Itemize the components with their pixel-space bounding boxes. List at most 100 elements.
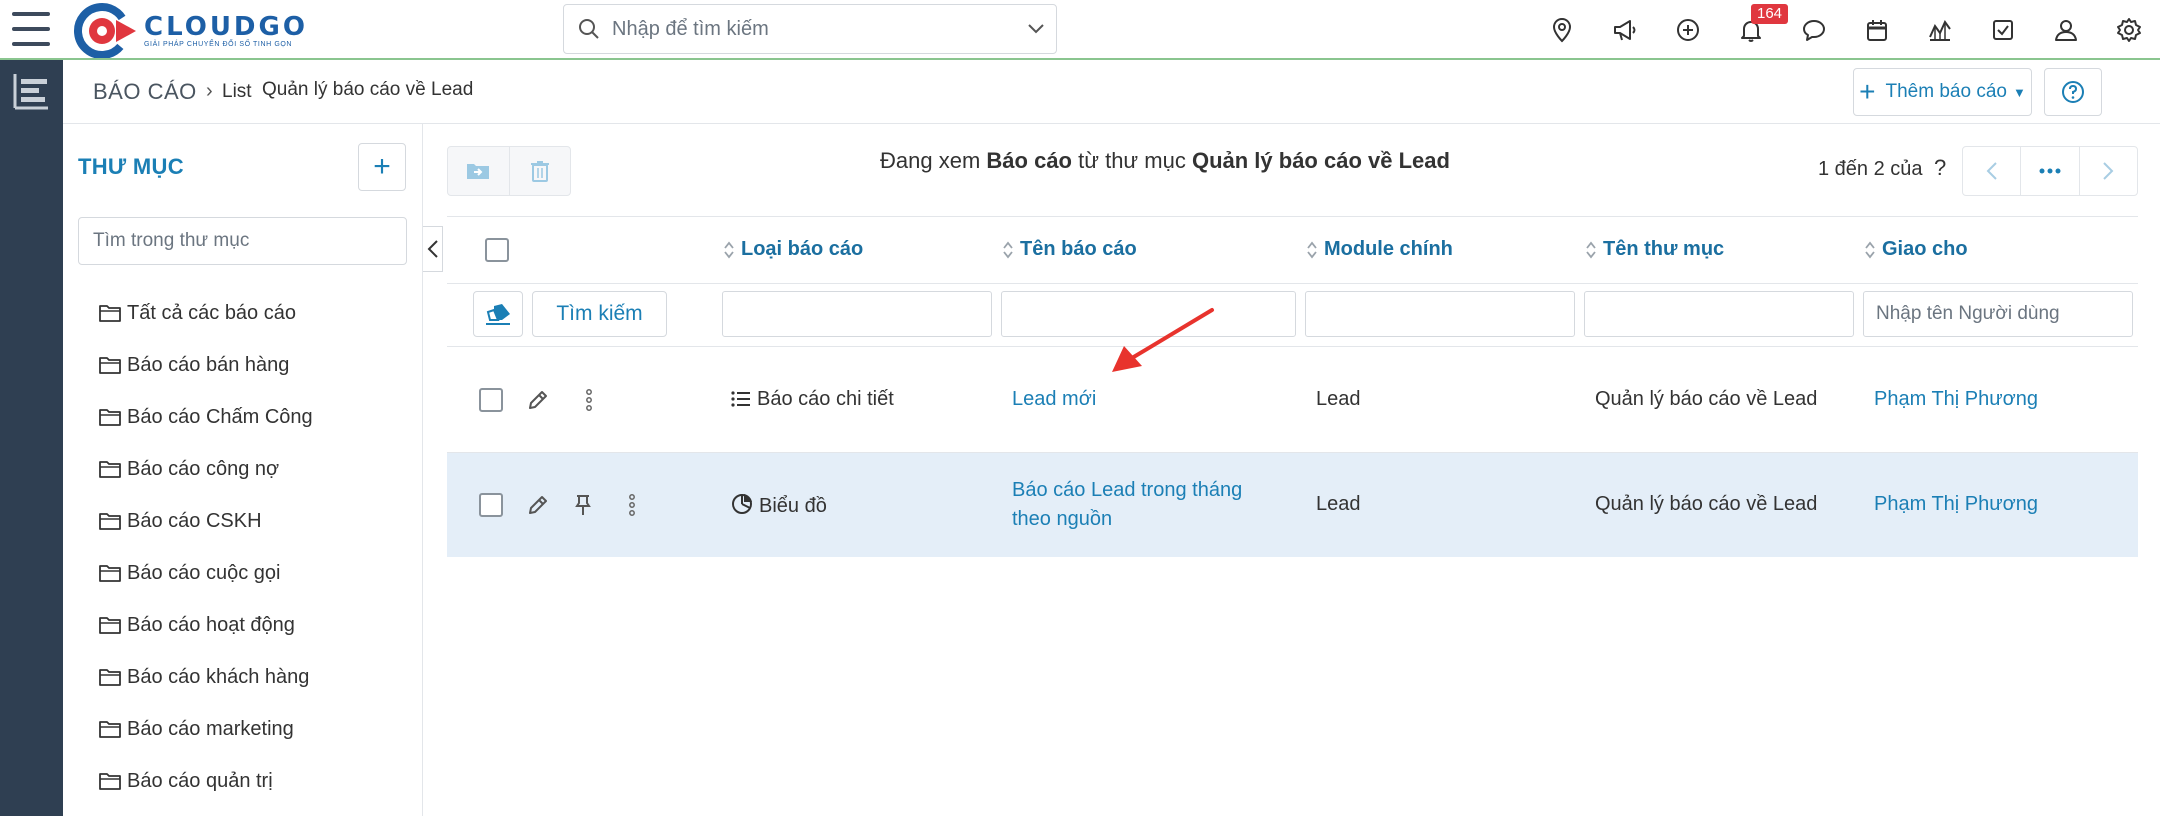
folder-item-label: Báo cáo công nợ — [127, 457, 280, 480]
chevron-down-icon[interactable] — [1016, 23, 1056, 35]
cell-assignee[interactable]: Phạm Thị Phương — [1874, 388, 2038, 411]
gear-icon[interactable] — [2097, 0, 2160, 60]
filter-search-button[interactable]: Tìm kiếm — [532, 291, 667, 337]
pin-icon[interactable] — [568, 490, 598, 520]
folder-item[interactable]: Báo cáo khách hàng — [99, 651, 313, 703]
help-icon — [2062, 81, 2084, 103]
folder-sidebar: THƯ MỤC + Tất cả các báo cáoBáo cáo bán … — [63, 124, 423, 816]
column-header-folder-name[interactable]: Tên thư mục — [1585, 238, 1724, 261]
chevron-right-icon — [2103, 162, 2114, 180]
folder-icon — [99, 511, 127, 531]
folder-item-label: Báo cáo quản trị — [127, 769, 273, 792]
calendar-icon[interactable] — [1845, 0, 1908, 60]
more-actions-icon[interactable] — [574, 385, 604, 415]
bell-icon[interactable]: 164 — [1719, 0, 1789, 60]
cell-main-module: Lead — [1316, 388, 1361, 410]
filter-bottom-border — [447, 346, 2138, 347]
plus-circle-icon[interactable] — [1656, 0, 1719, 60]
chat-icon[interactable] — [1782, 0, 1845, 60]
column-header-report-type[interactable]: Loại báo cáo — [723, 238, 863, 261]
sort-icon — [1306, 240, 1318, 260]
more-actions-icon[interactable] — [617, 490, 647, 520]
folder-list: Tất cả các báo cáo Báo cáo bán hàng Báo cá… — [99, 287, 313, 807]
caret-down-icon: ▼ — [2012, 84, 2026, 100]
column-header-assignee[interactable]: Giao cho — [1864, 238, 1968, 261]
folder-icon — [99, 667, 127, 687]
column-header-label: Module chính — [1324, 238, 1453, 260]
global-search-input[interactable] — [612, 17, 1016, 41]
pagination-total-unknown[interactable]: ? — [1934, 155, 1946, 181]
filter-main-module[interactable] — [1305, 291, 1575, 337]
cell-report-name[interactable]: Báo cáo Lead trong tháng theo nguồn — [1012, 476, 1282, 534]
eraser-icon — [486, 304, 510, 325]
folder-item[interactable]: Tất cả các báo cáo — [99, 287, 313, 339]
help-button[interactable] — [2044, 68, 2102, 116]
edit-pencil-icon[interactable] — [523, 385, 553, 415]
sort-icon — [1864, 240, 1876, 260]
folder-item[interactable]: Báo cáo công nợ — [99, 443, 313, 495]
sort-icon — [1585, 240, 1597, 260]
cell-report-type: Biểu đồ — [731, 493, 827, 518]
filter-report-type[interactable] — [722, 291, 992, 337]
cloudgo-logo[interactable]: CLOUDGO GIẢI PHÁP CHUYỂN ĐỔI SỐ TINH GỌN — [72, 2, 308, 58]
map-pin-icon[interactable] — [1530, 0, 1593, 60]
ellipsis-icon — [2039, 168, 2061, 174]
folder-item-label: Báo cáo marketing — [127, 717, 294, 740]
megaphone-icon[interactable] — [1593, 0, 1656, 60]
next-page-button[interactable] — [2078, 147, 2137, 195]
hamburger-menu-icon[interactable] — [12, 12, 50, 46]
breadcrumb-list[interactable]: List — [222, 81, 252, 103]
row-checkbox[interactable] — [479, 493, 503, 517]
row-divider — [447, 452, 2138, 453]
edit-pencil-icon[interactable] — [523, 490, 553, 520]
folder-item[interactable]: Báo cáo CSKH — [99, 495, 313, 547]
pagination-text: 1 đến 2 của — [1818, 158, 1923, 180]
folder-item[interactable]: Báo cáo hoạt động — [99, 599, 313, 651]
folder-icon — [99, 407, 127, 427]
cell-report-name[interactable]: Lead mới — [1012, 388, 1096, 411]
reports-nav-icon[interactable] — [12, 72, 50, 110]
task-check-icon[interactable] — [1971, 0, 2034, 60]
cell-folder-name: Quản lý báo cáo về Lead — [1595, 493, 1818, 515]
folder-item-label: Báo cáo Chấm Công — [127, 405, 313, 428]
folder-item[interactable]: Báo cáo quản trị — [99, 755, 313, 807]
folder-item[interactable]: Báo cáo marketing — [99, 703, 313, 755]
add-report-button[interactable]: + Thêm báo cáo ▼ — [1853, 68, 2032, 116]
cell-folder-name: Quản lý báo cáo về Lead — [1595, 388, 1818, 410]
filter-folder-name[interactable] — [1584, 291, 1854, 337]
user-icon[interactable] — [2034, 0, 2097, 60]
viewing-prefix: Đang xem — [880, 148, 981, 173]
folder-icon — [99, 355, 127, 375]
folder-icon — [99, 459, 127, 479]
table-row[interactable]: Báo cáo chi tiết Lead mới Lead Quản lý báo … — [447, 348, 2138, 452]
table-row[interactable]: Biểu đồ Báo cáo Lead trong tháng theo ngu… — [447, 453, 2138, 557]
clear-filters-button[interactable] — [473, 291, 523, 337]
folder-item-label: Báo cáo bán hàng — [127, 353, 290, 376]
logo-tagline: GIẢI PHÁP CHUYỂN ĐỔI SỐ TINH GỌN — [144, 40, 293, 48]
pie-chart-icon — [731, 494, 759, 517]
cell-report-type: Báo cáo chi tiết — [731, 388, 894, 411]
report-type-label: Báo cáo chi tiết — [757, 388, 894, 410]
more-pages-button[interactable] — [2020, 147, 2078, 195]
column-header-label: Tên báo cáo — [1020, 238, 1137, 260]
select-all-checkbox[interactable] — [485, 238, 509, 262]
folder-item[interactable]: Báo cáo cuộc gọi — [99, 547, 313, 599]
folder-item[interactable]: Báo cáo bán hàng — [99, 339, 313, 391]
column-header-report-name[interactable]: Tên báo cáo — [1002, 238, 1137, 261]
column-header-main-module[interactable]: Module chính — [1306, 238, 1453, 261]
sort-icon — [723, 240, 735, 260]
breadcrumb-root[interactable]: BÁO CÁO — [93, 79, 197, 105]
previous-page-button[interactable] — [1963, 147, 2020, 195]
filter-assignee[interactable] — [1863, 291, 2133, 337]
folder-search-input[interactable] — [78, 217, 407, 265]
chevron-left-icon — [427, 240, 438, 258]
row-checkbox[interactable] — [479, 388, 503, 412]
collapse-sidebar-button[interactable] — [423, 226, 443, 272]
header-bottom-border — [447, 283, 2138, 284]
chevron-left-icon — [1986, 162, 1997, 180]
chart-icon[interactable] — [1908, 0, 1971, 60]
global-search[interactable] — [563, 4, 1057, 54]
cell-assignee[interactable]: Phạm Thị Phương — [1874, 493, 2038, 516]
folder-item[interactable]: Báo cáo Chấm Công — [99, 391, 313, 443]
cloudgo-logo-mark — [74, 3, 136, 58]
